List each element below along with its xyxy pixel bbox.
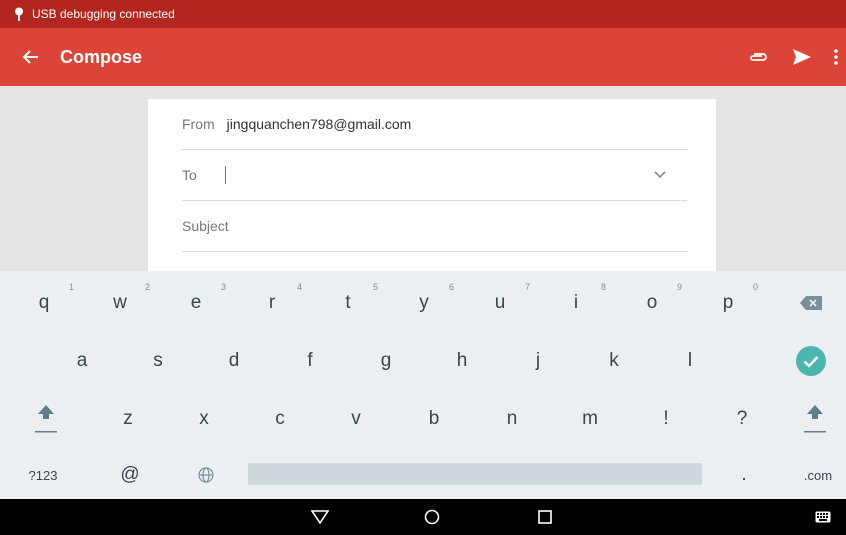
soft-keyboard: q1 w2 e3 r4 t5 y6 u7 i8 o9 p0 a s d f g … <box>0 271 846 499</box>
send-button[interactable] <box>778 28 826 86</box>
key-question[interactable]: ? <box>704 391 780 447</box>
more-vert-icon <box>834 49 838 65</box>
key-q[interactable]: q1 <box>6 275 82 331</box>
to-field[interactable]: To <box>182 150 687 201</box>
status-text: USB debugging connected <box>32 7 175 21</box>
arrow-back-icon <box>22 50 38 64</box>
key-exclamation[interactable]: ! <box>628 391 704 447</box>
language-key[interactable] <box>168 447 244 503</box>
key-y[interactable]: y6 <box>386 275 462 331</box>
page-title: Compose <box>60 46 143 67</box>
key-s[interactable]: s <box>120 333 196 389</box>
key-x[interactable]: x <box>166 391 242 447</box>
nav-home-button[interactable] <box>402 499 462 535</box>
backspace-icon <box>800 296 822 310</box>
key-h[interactable]: h <box>424 333 500 389</box>
symbols-key[interactable]: ?123 <box>8 447 78 503</box>
key-m[interactable]: m <box>552 391 628 447</box>
subject-placeholder: Subject <box>182 218 229 234</box>
key-k[interactable]: k <box>576 333 652 389</box>
keyboard-switch-button[interactable] <box>800 499 846 535</box>
key-u[interactable]: u7 <box>462 275 538 331</box>
key-r[interactable]: r4 <box>234 275 310 331</box>
enter-key[interactable] <box>776 333 846 389</box>
key-b[interactable]: b <box>396 391 472 447</box>
system-nav-bar <box>0 499 846 535</box>
key-z[interactable]: z <box>90 391 166 447</box>
key-n[interactable]: n <box>474 391 550 447</box>
key-f[interactable]: f <box>272 333 348 389</box>
nav-recents-button[interactable] <box>515 499 575 535</box>
attach-button[interactable] <box>738 28 778 86</box>
key-l[interactable]: l <box>652 333 728 389</box>
key-t[interactable]: t5 <box>310 275 386 331</box>
subject-field[interactable]: Subject <box>182 201 687 252</box>
backspace-key[interactable] <box>776 275 846 331</box>
shift-icon <box>35 405 57 433</box>
send-icon <box>793 49 811 65</box>
key-j[interactable]: j <box>500 333 576 389</box>
key-v[interactable]: v <box>318 391 394 447</box>
key-p[interactable]: p0 <box>690 275 766 331</box>
status-bar: USB debugging connected <box>0 0 846 28</box>
key-c[interactable]: c <box>242 391 318 447</box>
app-toolbar: Compose <box>0 28 846 86</box>
compose-form: From jingquanchen798@gmail.com To Subjec… <box>148 99 716 271</box>
key-i[interactable]: i8 <box>538 275 614 331</box>
square-recents-icon <box>538 510 552 524</box>
paperclip-icon <box>750 53 767 61</box>
triangle-back-icon <box>311 510 329 524</box>
check-icon <box>796 346 826 376</box>
key-o[interactable]: o9 <box>614 275 690 331</box>
from-row[interactable]: From jingquanchen798@gmail.com <box>182 99 687 150</box>
to-label: To <box>182 167 197 183</box>
spacebar-key[interactable] <box>248 463 702 485</box>
from-value: jingquanchen798@gmail.com <box>226 116 412 132</box>
shift-key-left[interactable] <box>8 391 84 447</box>
key-e[interactable]: e3 <box>158 275 234 331</box>
shift-key-right[interactable] <box>784 391 846 447</box>
key-g[interactable]: g <box>348 333 424 389</box>
globe-icon <box>198 467 214 483</box>
key-d[interactable]: d <box>196 333 272 389</box>
chevron-down-icon[interactable] <box>653 167 667 181</box>
nav-back-button[interactable] <box>290 499 350 535</box>
circle-home-icon <box>424 509 440 525</box>
key-at[interactable]: @ <box>92 447 168 503</box>
key-period[interactable]: . <box>706 447 782 503</box>
keyboard-icon <box>815 511 831 523</box>
back-button[interactable] <box>0 28 60 86</box>
overflow-menu-button[interactable] <box>826 28 846 86</box>
location-pin-icon <box>15 7 23 21</box>
shift-icon <box>804 405 826 433</box>
from-label: From <box>182 116 215 132</box>
key-a[interactable]: a <box>44 333 120 389</box>
key-w[interactable]: w2 <box>82 275 158 331</box>
dotcom-key[interactable]: .com <box>790 447 846 503</box>
text-cursor <box>224 166 226 184</box>
